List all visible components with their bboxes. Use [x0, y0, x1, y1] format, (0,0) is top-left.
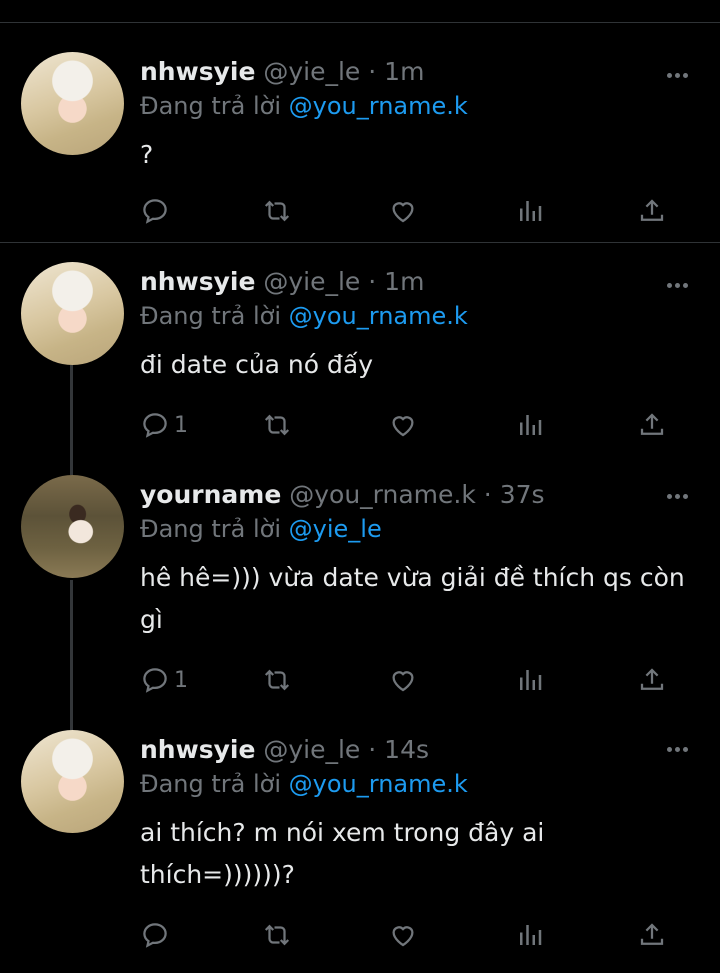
tweet-text: hê hê=))) vừa date vừa giải đề thích qs …	[140, 563, 685, 634]
share-button[interactable]	[637, 663, 667, 697]
user-name[interactable]: yourname	[140, 480, 281, 509]
like-button[interactable]	[388, 663, 418, 697]
mention-link[interactable]: @you_rname.k	[289, 302, 468, 330]
tweet-divider	[0, 242, 720, 243]
mention-link[interactable]: @yie_le	[289, 515, 382, 543]
views-button[interactable]	[515, 408, 545, 442]
user-handle[interactable]: @yie_le	[263, 735, 360, 764]
tweet-header: nhwsyie @yie_le · 1m	[140, 267, 424, 296]
user-name[interactable]: nhwsyie	[140, 57, 255, 86]
more-dots-icon[interactable]	[665, 736, 691, 762]
replying-to: Đang trả lời @you_rname.k	[140, 770, 468, 798]
thread-line	[70, 580, 73, 730]
timestamp[interactable]: 14s	[384, 735, 429, 764]
separator-dot: ·	[368, 267, 377, 296]
like-button[interactable]	[388, 918, 418, 952]
avatar[interactable]	[21, 475, 124, 578]
tweet-header: yourname @you_rname.k · 37s	[140, 480, 545, 509]
views-button[interactable]	[515, 663, 545, 697]
avatar[interactable]	[21, 730, 124, 833]
top-divider	[0, 22, 720, 23]
retweet-icon	[264, 924, 290, 946]
tweet-actions	[140, 194, 680, 228]
thread-line	[70, 365, 73, 475]
user-name[interactable]: nhwsyie	[140, 267, 255, 296]
avatar[interactable]	[21, 52, 124, 155]
reply-icon	[143, 923, 167, 948]
tweet-header: nhwsyie @yie_le · 1m	[140, 57, 424, 86]
tweet-actions: 1	[140, 663, 680, 697]
share-icon	[640, 923, 664, 945]
user-handle[interactable]: @yie_le	[263, 267, 360, 296]
tweet-text: ai thích? m nói xem trong đây ai thích=)…	[140, 818, 545, 889]
reply-icon	[143, 668, 167, 693]
user-handle[interactable]: @you_rname.k	[289, 480, 476, 509]
stats-icon	[520, 415, 542, 435]
more-dots-icon[interactable]	[665, 272, 691, 298]
retweet-button[interactable]	[262, 663, 292, 697]
heart-icon	[392, 202, 414, 223]
like-button[interactable]	[388, 408, 418, 442]
user-name[interactable]: nhwsyie	[140, 735, 255, 764]
heart-icon	[392, 671, 414, 692]
reply-button[interactable]: 1	[140, 408, 188, 442]
reply-icon	[143, 199, 167, 224]
like-button[interactable]	[388, 194, 418, 228]
replying-to: Đang trả lời @you_rname.k	[140, 92, 468, 120]
timestamp[interactable]: 37s	[500, 480, 545, 509]
reply-count: 1	[174, 667, 188, 693]
reply-button[interactable]	[140, 194, 174, 228]
stats-icon	[520, 201, 542, 221]
replying-to: Đang trả lời @yie_le	[140, 515, 382, 543]
replying-to-label: Đang trả lời	[140, 302, 282, 330]
separator-dot: ·	[368, 735, 377, 764]
retweet-button[interactable]	[262, 918, 292, 952]
share-button[interactable]	[637, 408, 667, 442]
share-icon	[640, 199, 664, 221]
share-button[interactable]	[637, 918, 667, 952]
mention-link[interactable]: @you_rname.k	[289, 92, 468, 120]
timestamp[interactable]: 1m	[384, 57, 424, 86]
replying-to-label: Đang trả lời	[140, 92, 282, 120]
retweet-icon	[264, 669, 290, 691]
tweet-actions: 1	[140, 408, 680, 442]
reply-button[interactable]	[140, 918, 174, 952]
tweet-header: nhwsyie @yie_le · 14s	[140, 735, 429, 764]
share-icon	[640, 668, 664, 690]
reply-icon	[143, 413, 167, 438]
retweet-icon	[264, 414, 290, 436]
reply-button[interactable]: 1	[140, 663, 188, 697]
retweet-button[interactable]	[262, 194, 292, 228]
stats-icon	[520, 925, 542, 945]
heart-icon	[392, 416, 414, 437]
replying-to-label: Đang trả lời	[140, 515, 282, 543]
retweet-icon	[264, 200, 290, 222]
mention-link[interactable]: @you_rname.k	[289, 770, 468, 798]
separator-dot: ·	[483, 480, 492, 509]
replying-to: Đang trả lời @you_rname.k	[140, 302, 468, 330]
views-button[interactable]	[515, 194, 545, 228]
stats-icon	[520, 670, 542, 690]
retweet-button[interactable]	[262, 408, 292, 442]
tweet-actions	[140, 918, 680, 952]
replying-to-label: Đang trả lời	[140, 770, 282, 798]
more-dots-icon[interactable]	[665, 483, 691, 509]
user-handle[interactable]: @yie_le	[263, 57, 360, 86]
tweet-text: ?	[140, 140, 154, 169]
heart-icon	[392, 926, 414, 947]
tweet-text: đi date của nó đấy	[140, 350, 374, 379]
share-button[interactable]	[637, 194, 667, 228]
views-button[interactable]	[515, 918, 545, 952]
more-dots-icon[interactable]	[665, 62, 691, 88]
timestamp[interactable]: 1m	[384, 267, 424, 296]
share-icon	[640, 413, 664, 435]
avatar[interactable]	[21, 262, 124, 365]
reply-count: 1	[174, 412, 188, 438]
separator-dot: ·	[368, 57, 377, 86]
